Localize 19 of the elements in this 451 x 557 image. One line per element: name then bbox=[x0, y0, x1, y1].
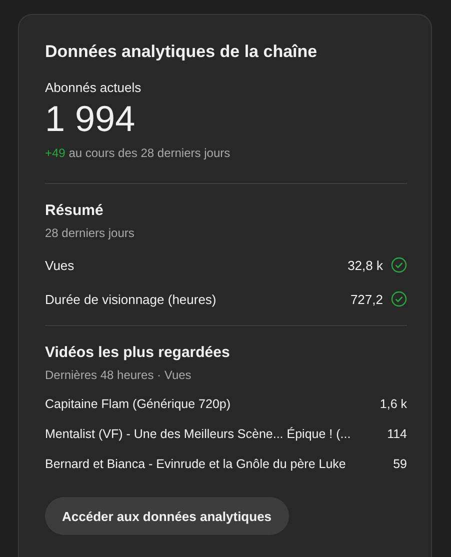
video-views: 59 bbox=[393, 456, 407, 473]
metric-label: Vues bbox=[45, 258, 76, 272]
subscribers-label: Abonnés actuels bbox=[45, 79, 142, 97]
top-videos-title: Vidéos les plus regardées bbox=[45, 343, 231, 363]
video-title[interactable]: Bernard et Bianca - Evinrude et la Gnôle du père Luke bbox=[45, 455, 386, 473]
metric-value: 727,2 bbox=[350, 292, 383, 306]
video-views: 114 bbox=[387, 426, 407, 443]
top-videos-period: Dernières 48 heures · Vues bbox=[45, 367, 192, 383]
video-views: 1,6 k bbox=[380, 396, 407, 413]
summary-title: Résumé bbox=[45, 201, 104, 221]
video-title[interactable]: Mentalist (VF) - Une des Meilleurs Scène... Épique ! (... bbox=[45, 425, 380, 443]
metric-value: 32,8 k bbox=[348, 258, 383, 272]
subscriber-change: +49 au cours des 28 derniers jours bbox=[45, 145, 232, 161]
summary-period: 28 derniers jours bbox=[45, 225, 136, 241]
video-title[interactable]: Capitaine Flam (Générique 720p) bbox=[45, 395, 372, 413]
card-title: Données analytiques de la chaîne bbox=[45, 41, 318, 63]
analytics-button[interactable]: Accéder aux données analytiques bbox=[45, 497, 289, 535]
metric-label: Durée de visionnage (heures) bbox=[45, 292, 218, 306]
subscriber-count: 1 994 bbox=[45, 99, 136, 139]
